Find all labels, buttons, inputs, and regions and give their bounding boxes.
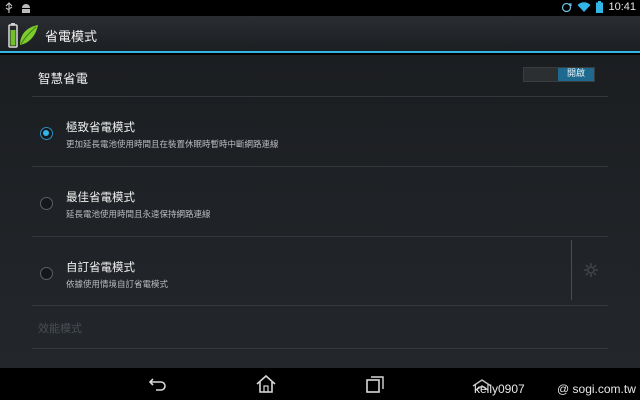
option-title: 極致省電模式: [66, 120, 135, 134]
android-icon: [22, 4, 30, 13]
watermark-site: @ sogi.com.tw: [557, 382, 636, 396]
option-subtitle: 依據使用情境自訂省電模式: [66, 280, 169, 290]
watermark-user: kelly0907: [474, 382, 525, 396]
smart-saving-label: 智慧省電: [38, 71, 89, 86]
option-subtitle: 更加延長電池使用時間且在裝置休眠時暫時中斷網路連線: [66, 140, 279, 150]
option-custom-saving[interactable]: 自訂省電模式 依據使用情境自訂省電模式: [32, 237, 608, 305]
option-title: 最佳省電模式: [66, 190, 135, 204]
back-icon[interactable]: [147, 374, 169, 394]
performance-mode-header: 效能模式: [38, 322, 82, 335]
battery-leaf-icon[interactable]: [8, 21, 40, 49]
toggle-on-label: 開啟: [558, 68, 594, 81]
radio-unselected[interactable]: [40, 197, 53, 210]
wifi-icon: [577, 1, 591, 12]
radio-unselected[interactable]: [40, 267, 53, 280]
option-optimal-saving[interactable]: 最佳省電模式 延長電池使用時間且永遠保持網路連線: [32, 167, 608, 235]
divider: [32, 348, 608, 349]
battery-icon: [596, 1, 604, 13]
settings-gear-icon[interactable]: [583, 262, 599, 278]
divider: [32, 305, 608, 306]
recent-apps-icon[interactable]: [364, 374, 386, 394]
clock: 10:41: [608, 1, 636, 13]
option-subtitle: 延長電池使用時間且永遠保持網路連線: [66, 210, 211, 220]
home-icon[interactable]: [255, 374, 277, 394]
status-bar: 10:41: [0, 0, 640, 16]
option-title: 自訂省電模式: [66, 260, 135, 274]
usb-icon: [5, 2, 13, 13]
navigation-bar: [0, 368, 640, 400]
settings-content: 智慧省電 開啟 極致省電模式 更加延長電池使用時間且在裝置休眠時暫時中斷網路連線…: [0, 55, 640, 368]
sync-icon: [562, 2, 573, 12]
option-extreme-saving[interactable]: 極致省電模式 更加延長電池使用時間且在裝置休眠時暫時中斷網路連線: [32, 97, 608, 165]
action-bar: 省電模式: [0, 16, 640, 53]
smart-saving-toggle[interactable]: 開啟: [523, 67, 595, 82]
settings-separator: [571, 240, 572, 300]
radio-selected[interactable]: [40, 127, 53, 140]
page-title: 省電模式: [45, 30, 98, 45]
